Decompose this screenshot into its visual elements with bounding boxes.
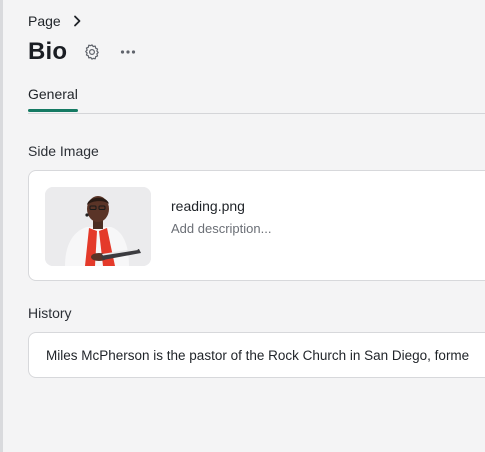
settings-button[interactable] [81,41,103,63]
active-tab-indicator [28,109,78,112]
panel-edge [0,0,3,452]
breadcrumb-item-page[interactable]: Page [28,13,61,29]
tab-bar: General [28,86,485,114]
title-row: Bio [28,38,139,66]
side-image-label: Side Image [28,143,99,159]
history-text: Miles McPherson is the pastor of the Roc… [46,348,470,363]
breadcrumb: Page [28,13,83,29]
tab-general[interactable]: General [28,86,78,110]
side-image-card[interactable]: reading.png Add description... [28,170,485,281]
image-file-name: reading.png [171,198,245,214]
chevron-right-icon [73,15,81,27]
page-title: Bio [28,38,68,65]
more-options-button[interactable] [117,41,139,63]
image-description-input[interactable]: Add description... [171,221,271,236]
more-horizontal-icon [121,50,136,54]
history-field[interactable]: Miles McPherson is the pastor of the Roc… [28,332,485,378]
gear-icon [85,44,100,60]
history-label: History [28,305,72,321]
image-thumbnail[interactable] [45,187,151,266]
person-reading-image [45,187,151,266]
